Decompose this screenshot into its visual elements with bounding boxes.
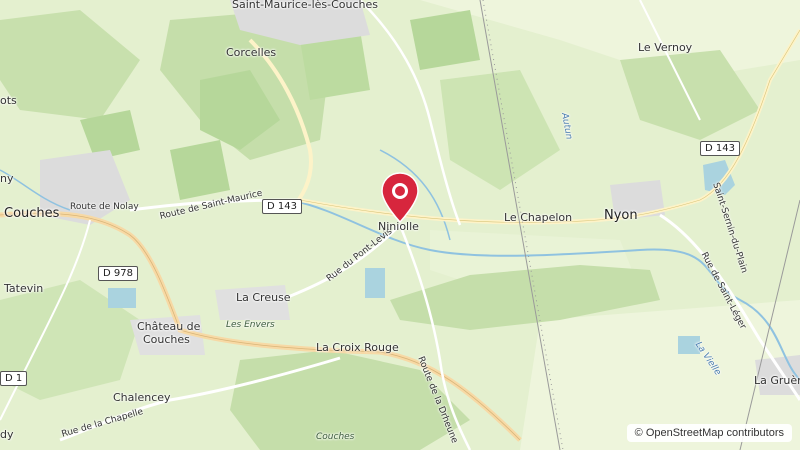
map-pin-icon[interactable] bbox=[380, 172, 420, 224]
map-attribution: © OpenStreetMap contributors bbox=[626, 424, 792, 442]
road-shield-d143: D 143 bbox=[262, 199, 302, 214]
copyright-symbol: © bbox=[634, 427, 643, 439]
place-label-la-gruere: La Gruère bbox=[754, 374, 800, 387]
road-label-route-de-nolay: Route de Nolay bbox=[70, 202, 139, 212]
locality-label-les-envers: Les Envers bbox=[226, 320, 275, 330]
place-label-tatevin: Tatevin bbox=[4, 282, 44, 295]
road-shield-d978: D 978 bbox=[98, 266, 138, 281]
place-label-partial: dy bbox=[0, 428, 14, 441]
locality-label-couches: Couches bbox=[316, 432, 355, 442]
pond-area bbox=[365, 268, 385, 298]
place-label-couches: Couches bbox=[4, 206, 60, 221]
vineyard-area bbox=[170, 140, 230, 200]
place-label-chalencey: Chalencey bbox=[113, 391, 171, 404]
place-label-top: Saint-Maurice-lès-Couches bbox=[232, 0, 379, 11]
vineyard-area bbox=[410, 10, 480, 70]
place-label-le-vernoy: Le Vernoy bbox=[638, 41, 693, 54]
marker-label: Niniolle bbox=[378, 220, 419, 233]
map-view[interactable]: Saint-Maurice-lès-Couches Corcelles Le V… bbox=[0, 0, 800, 450]
place-label-la-creuse: La Creuse bbox=[236, 291, 291, 304]
road-shield-d1: D 1 bbox=[0, 371, 28, 386]
place-label-partial: ots bbox=[0, 94, 17, 107]
place-label-chateau-line1: Château de bbox=[137, 320, 201, 333]
place-label-le-chapelon: Le Chapelon bbox=[504, 211, 573, 224]
pond-area bbox=[108, 288, 136, 308]
place-label-partial: ny bbox=[0, 172, 14, 185]
place-label-corcelles: Corcelles bbox=[226, 46, 277, 59]
attribution-link[interactable]: OpenStreetMap contributors bbox=[646, 427, 784, 439]
place-label-la-croix-rouge: La Croix Rouge bbox=[316, 341, 399, 354]
road-shield-d143: D 143 bbox=[700, 141, 740, 156]
place-label-chateau-line2: Couches bbox=[143, 333, 190, 346]
place-label-nyon: Nyon bbox=[604, 208, 638, 223]
